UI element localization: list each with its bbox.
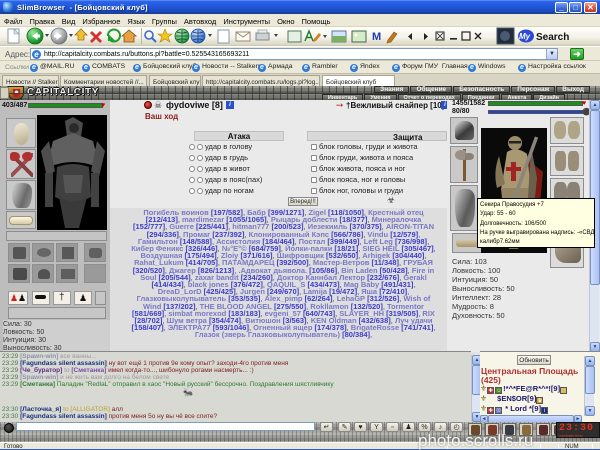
svg-text:M: M — [372, 31, 381, 43]
svg-text:My: My — [519, 32, 531, 41]
svg-text:Search: Search — [536, 32, 569, 43]
